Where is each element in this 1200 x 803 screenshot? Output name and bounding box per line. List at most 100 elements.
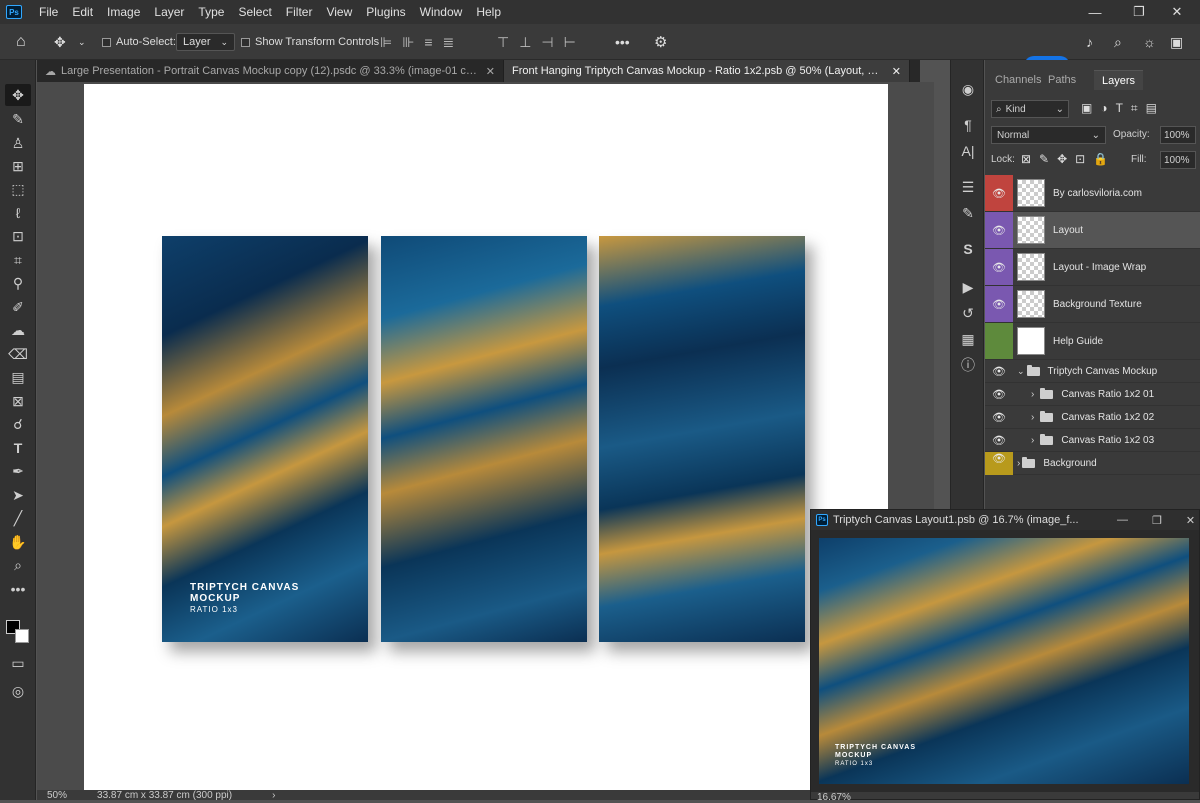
- home-icon[interactable]: ⌂: [16, 24, 26, 60]
- actions-play-icon[interactable]: ▶: [957, 276, 979, 298]
- eraser-tool-icon[interactable]: ⌫: [5, 343, 31, 365]
- close-icon[interactable]: ✕: [892, 65, 901, 78]
- tool-preset-chevron-icon[interactable]: ⌄: [78, 24, 86, 60]
- group-row[interactable]: 👁 › Canvas Ratio 1x2 01: [985, 383, 1200, 406]
- smudge-tool-icon[interactable]: ☁: [5, 319, 31, 341]
- group-row[interactable]: 👁 ⌄ Triptych Canvas Mockup: [985, 360, 1200, 383]
- tab-paths[interactable]: Paths: [1048, 70, 1076, 90]
- crop-tool-icon[interactable]: ⌗: [5, 249, 31, 271]
- healing-tool-icon[interactable]: ✎: [5, 108, 31, 130]
- brush-tool-icon[interactable]: ✐: [5, 296, 31, 318]
- path-select-tool-icon[interactable]: ➤: [5, 484, 31, 506]
- frame-tool-icon[interactable]: ⊠: [5, 390, 31, 412]
- background-color-swatch[interactable]: [15, 629, 29, 643]
- tab-layers[interactable]: Layers: [1094, 70, 1144, 90]
- menu-select[interactable]: Select: [231, 0, 278, 24]
- tab-portrait-canvas[interactable]: ☁ Large Presentation - Portrait Canvas M…: [37, 60, 504, 82]
- eye-icon[interactable]: 👁: [985, 388, 1013, 401]
- menu-image[interactable]: Image: [100, 0, 147, 24]
- quick-mask-icon[interactable]: ◎: [5, 680, 31, 702]
- opacity-input[interactable]: 100%: [1160, 126, 1196, 144]
- menu-type[interactable]: Type: [191, 0, 231, 24]
- align-buttons[interactable]: ⊫⊪≡≣: [380, 24, 464, 60]
- bell-icon[interactable]: ♪: [1086, 24, 1093, 60]
- paragraph-icon[interactable]: ¶: [957, 114, 979, 136]
- tab-channels[interactable]: Channels: [995, 70, 1041, 90]
- info-icon[interactable]: ⓘ: [957, 354, 979, 376]
- move-tool-icon[interactable]: ✥: [54, 24, 66, 60]
- eye-icon[interactable]: 👁: [985, 286, 1013, 322]
- pen-tool-icon[interactable]: ✒: [5, 460, 31, 482]
- auto-select-checkbox[interactable]: Auto-Select:: [102, 24, 176, 60]
- stamp-tool-icon[interactable]: ♙: [5, 132, 31, 154]
- search-icon[interactable]: ⌕: [1114, 24, 1122, 60]
- floating-window-titlebar[interactable]: Ps Triptych Canvas Layout1.psb @ 16.7% (…: [811, 510, 1199, 530]
- character-icon[interactable]: A|: [957, 140, 979, 162]
- brush-settings-icon[interactable]: ✎: [957, 202, 979, 224]
- close-icon[interactable]: ✕: [486, 65, 495, 78]
- zoom-tool-icon[interactable]: ⌕: [5, 554, 31, 576]
- dodge-tool-icon[interactable]: ☌: [5, 413, 31, 435]
- lightbulb-icon[interactable]: ☼: [1143, 24, 1156, 60]
- minimize-button[interactable]: —: [1117, 514, 1128, 526]
- chevron-right-icon[interactable]: ›: [1031, 412, 1034, 423]
- tab-triptych-mockup[interactable]: Front Hanging Triptych Canvas Mockup - R…: [504, 60, 910, 82]
- eye-icon[interactable]: 👁: [985, 434, 1013, 447]
- move-tool-icon[interactable]: ✥: [5, 84, 31, 106]
- libraries-icon[interactable]: ▦: [957, 328, 979, 350]
- auto-select-dropdown[interactable]: Layer ⌄: [176, 33, 236, 51]
- eye-icon[interactable]: 👁: [985, 249, 1013, 285]
- eye-icon[interactable]: 👁: [985, 411, 1013, 424]
- eye-icon[interactable]: 👁: [985, 365, 1013, 378]
- chevron-right-icon[interactable]: ›: [1031, 435, 1034, 446]
- gear-icon[interactable]: ⚙: [654, 24, 667, 60]
- zoom-level[interactable]: 50%: [47, 790, 67, 801]
- layer-row[interactable]: 👁 Background Texture: [985, 286, 1200, 323]
- history-icon[interactable]: ↺: [957, 302, 979, 324]
- screen-mode-icon[interactable]: ▭: [5, 652, 31, 674]
- group-row[interactable]: 👁 › Canvas Ratio 1x2 02: [985, 406, 1200, 429]
- eye-icon[interactable]: 👁: [985, 175, 1013, 211]
- line-tool-icon[interactable]: ╱: [5, 507, 31, 529]
- eye-icon[interactable]: 👁: [985, 212, 1013, 248]
- chevron-right-icon[interactable]: ›: [1017, 458, 1020, 469]
- chevron-right-icon[interactable]: ›: [1031, 389, 1034, 400]
- distribute-buttons[interactable]: ⊤⊥⊣⊢: [497, 24, 586, 60]
- document-canvas[interactable]: TRIPTYCH CANVAS MOCKUP RATIO 1x3: [84, 84, 888, 790]
- eye-icon[interactable]: 👁: [985, 451, 1013, 475]
- layer-filter-icons[interactable]: ▣◑T⌗▤: [1081, 101, 1165, 116]
- floating-canvas-area[interactable]: TRIPTYCH CANVAS MOCKUP RATIO 1x3: [811, 530, 1199, 792]
- menu-help[interactable]: Help: [469, 0, 508, 24]
- canvas-area[interactable]: TRIPTYCH CANVAS MOCKUP RATIO 1x3: [37, 82, 934, 790]
- menu-edit[interactable]: Edit: [65, 0, 100, 24]
- type-tool-icon[interactable]: T: [5, 437, 31, 459]
- artboard-tool-icon[interactable]: ⊞: [5, 155, 31, 177]
- blend-mode-dropdown[interactable]: Normal ⌄: [991, 126, 1106, 144]
- lasso-tool-icon[interactable]: ℓ: [5, 202, 31, 224]
- layer-row[interactable]: 👁 By carlosviloria.com: [985, 175, 1200, 212]
- eyedropper-tool-icon[interactable]: ⚲: [5, 272, 31, 294]
- chevron-down-icon[interactable]: ⌄: [1017, 366, 1025, 377]
- layer-filter-dropdown[interactable]: ⌕ Kind ⌄: [991, 100, 1069, 118]
- layer-row[interactable]: 👁 Layout - Image Wrap: [985, 249, 1200, 286]
- fill-input[interactable]: 100%: [1160, 151, 1196, 169]
- lock-icons[interactable]: ⊠✎✥⊡🔒: [1021, 152, 1116, 166]
- menu-file[interactable]: File: [32, 0, 65, 24]
- adjustments-icon[interactable]: ☰: [957, 176, 979, 198]
- group-row[interactable]: 👁 › Background: [985, 451, 1200, 475]
- floating-document-window[interactable]: Ps Triptych Canvas Layout1.psb @ 16.7% (…: [810, 509, 1200, 803]
- color-icon[interactable]: ◉: [957, 78, 979, 100]
- minimize-button[interactable]: —: [1072, 0, 1118, 24]
- group-row[interactable]: 👁 › Canvas Ratio 1x2 03: [985, 429, 1200, 452]
- menu-filter[interactable]: Filter: [279, 0, 320, 24]
- layer-row[interactable]: 👁 Layout: [985, 212, 1200, 249]
- stock-icon[interactable]: S: [957, 238, 979, 260]
- menu-view[interactable]: View: [319, 0, 359, 24]
- maximize-button[interactable]: ❐: [1152, 514, 1162, 527]
- menu-plugins[interactable]: Plugins: [359, 0, 412, 24]
- more-options-button[interactable]: •••: [615, 24, 630, 60]
- hand-tool-icon[interactable]: ✋: [5, 531, 31, 553]
- gradient-tool-icon[interactable]: ▤: [5, 366, 31, 388]
- object-select-tool-icon[interactable]: ⊡: [5, 225, 31, 247]
- close-button[interactable]: ✕: [1186, 514, 1195, 527]
